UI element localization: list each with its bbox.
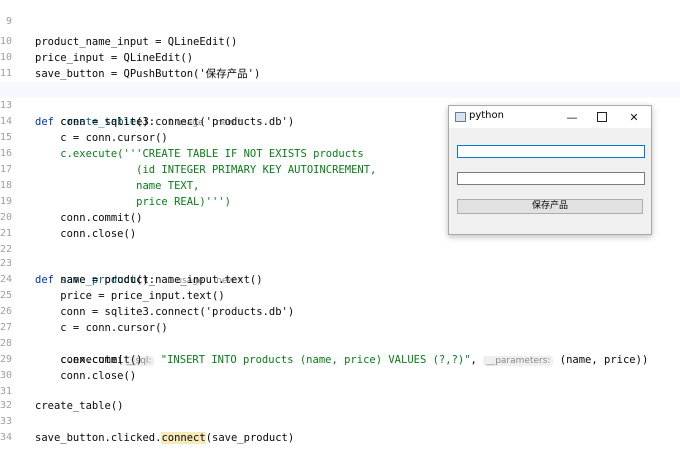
- code-line: 30 conn.close(): [0, 370, 137, 382]
- code-line: 11 save_button = QPushButton('保存产品'): [0, 68, 261, 80]
- code-line-def-create-table: 13 def create_table(): 1 usage new *: [0, 82, 680, 128]
- python-app-window[interactable]: python — ✕ 保存产品: [448, 105, 652, 235]
- window-title: python: [469, 110, 504, 121]
- code-line: 24 name = product_name_input.text(): [0, 274, 263, 286]
- code-line: 9: [5, 16, 12, 27]
- code-line: 10 price_input = QLineEdit(): [0, 52, 194, 64]
- window-titlebar[interactable]: python — ✕: [449, 106, 651, 128]
- code-line: 32 create_table(): [0, 400, 124, 412]
- code-line-def-save-product: 23 def save_product(): 1 usage new *: [0, 258, 243, 286]
- product-name-input[interactable]: [457, 145, 645, 158]
- code-line: 33 save_button.clicked.connect(save_prod…: [0, 416, 295, 444]
- maximize-button[interactable]: [587, 106, 617, 128]
- code-line: 29 conn.commit(): [0, 354, 143, 366]
- maximize-icon: [597, 112, 607, 122]
- code-line: 25 price = price_input.text(): [0, 290, 225, 302]
- save-product-button[interactable]: 保存产品: [457, 199, 643, 214]
- minimize-icon: —: [566, 110, 578, 124]
- app-window-icon: [455, 112, 466, 122]
- code-line: 10 product_name_input = QLineEdit(): [0, 36, 238, 48]
- code-line: 26 conn = sqlite3.connect('products.db'): [0, 306, 295, 318]
- price-input[interactable]: [457, 172, 645, 185]
- code-line: 12: [0, 66, 680, 95]
- code-line: 27 c = conn.cursor(): [0, 322, 168, 334]
- highlighted-identifier[interactable]: connect: [161, 432, 206, 444]
- close-button[interactable]: ✕: [619, 106, 649, 128]
- code-line-execute-insert: 28 c.execute(__sql: "INSERT INTO product…: [0, 338, 649, 366]
- close-icon: ✕: [629, 110, 639, 124]
- code-line: 34: [0, 432, 13, 443]
- minimize-button[interactable]: —: [557, 106, 587, 128]
